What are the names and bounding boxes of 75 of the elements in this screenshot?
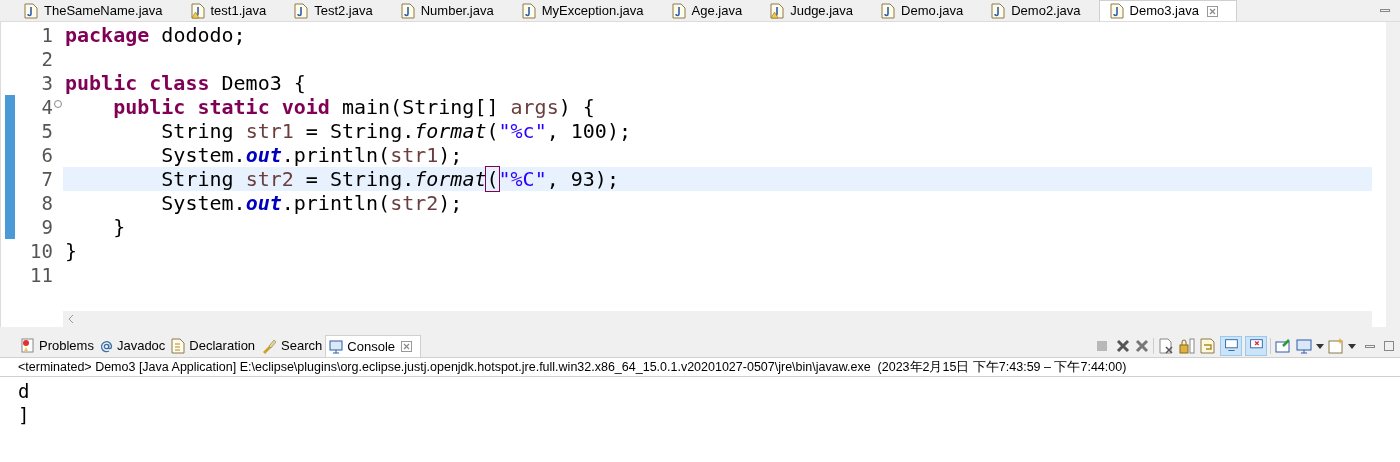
- tab-label: Problems: [39, 337, 94, 356]
- console-header: <terminated> Demo3 [Java Application] E:\eclipse\plugins\org.eclipse.justj.openjdk.hotspot.jre.full.win32.x86_64_15.0.1.v20201027-0507\jre\bin\javaw.exe (2023年2月15日 下午7:43:59 – 下午7:44:00): [18, 358, 1127, 376]
- code-line: public class Demo3 {: [64, 71, 307, 95]
- editor-tab[interactable]: TheSameName.java: [14, 0, 181, 21]
- editor-tab[interactable]: Demo.java: [871, 0, 982, 21]
- vertical-scrollbar[interactable]: [1386, 22, 1400, 327]
- editor-tab[interactable]: MyException.java: [511, 0, 662, 21]
- code-line: }: [64, 239, 79, 263]
- tab-label: Demo.java: [901, 1, 964, 20]
- horizontal-scrollbar[interactable]: [63, 311, 1372, 327]
- clear-console-icon[interactable]: [1157, 337, 1175, 355]
- line-number: 7: [40, 166, 53, 192]
- problems-icon: [21, 338, 35, 354]
- tab-label: Demo3.java: [1129, 2, 1199, 21]
- tab-label: Age.java: [691, 1, 743, 20]
- editor-tab[interactable]: Age.java: [661, 0, 761, 21]
- scroll-left-icon[interactable]: [69, 315, 74, 323]
- editor-tab[interactable]: Demo2.java: [981, 0, 1099, 21]
- dropdown-caret-icon[interactable]: [1348, 343, 1356, 349]
- line-number: 2: [40, 46, 53, 72]
- line-number: 4: [40, 94, 53, 120]
- remove-launch-icon[interactable]: [1115, 338, 1131, 354]
- line-number: 8: [40, 190, 53, 216]
- at-sign-icon: [99, 339, 113, 353]
- remove-all-icon[interactable]: [1134, 338, 1150, 354]
- maximize-icon[interactable]: [1384, 341, 1394, 351]
- line-number: 9: [40, 214, 53, 240]
- editor-tab[interactable]: Judge.java: [760, 0, 872, 21]
- show-output-icon[interactable]: [1220, 336, 1242, 356]
- line-number: 11: [29, 262, 53, 288]
- editor-tab[interactable]: Demo3.java: [1098, 0, 1237, 21]
- editor-tab[interactable]: Number.java: [390, 0, 512, 21]
- minimize-icon[interactable]: [1365, 344, 1375, 348]
- code-line: package dododo;: [64, 23, 247, 47]
- tab-label: Javadoc: [116, 337, 166, 356]
- pin-console-icon[interactable]: [1274, 337, 1292, 355]
- tab-label: Number.java: [420, 1, 494, 20]
- tab-label: Declaration: [189, 337, 256, 356]
- code-line: System.out.println(str2);: [160, 191, 464, 215]
- tab-label: Demo2.java: [1011, 1, 1081, 20]
- tab-label: Search: [281, 337, 323, 356]
- close-icon[interactable]: [1206, 5, 1218, 17]
- flashlight-icon: [261, 338, 278, 354]
- console-output-line: d: [18, 379, 30, 403]
- code-line: }: [112, 215, 127, 239]
- line-number: 3: [40, 70, 53, 96]
- scroll-lock-icon[interactable]: [1178, 337, 1196, 355]
- close-icon[interactable]: [401, 341, 412, 352]
- view-tab[interactable]: Javadoc: [96, 335, 169, 357]
- minimize-icon[interactable]: [1380, 9, 1390, 12]
- line-number: 10: [29, 238, 53, 264]
- tab-label: TheSameName.java: [44, 1, 163, 20]
- line-number: 6: [40, 142, 53, 168]
- declaration-icon: [171, 338, 186, 354]
- dropdown-caret-icon[interactable]: [1316, 343, 1324, 349]
- tab-label: Judge.java: [790, 1, 854, 20]
- show-error-icon[interactable]: [1245, 336, 1267, 356]
- console-output-line: ]: [18, 403, 30, 427]
- monitor-icon: [329, 339, 344, 354]
- line-number: 5: [40, 118, 53, 144]
- code-line: System.out.println(str1);: [160, 143, 464, 167]
- tab-label: test1.java: [210, 1, 267, 20]
- code-line: public static void main(String[] args) {: [112, 95, 596, 119]
- line-number: 1: [40, 22, 53, 48]
- view-tab[interactable]: Search: [258, 335, 326, 357]
- tab-label: Console: [347, 337, 395, 356]
- code-line: String str1 = String.format("%c", 100);: [160, 119, 632, 143]
- editor-tab[interactable]: test1.java: [180, 0, 285, 21]
- view-tab[interactable]: Console: [325, 335, 421, 357]
- editor-tab[interactable]: Test2.java: [284, 0, 391, 21]
- word-wrap-icon[interactable]: [1199, 337, 1217, 355]
- tab-label: Test2.java: [314, 1, 373, 20]
- tab-label: MyException.java: [541, 1, 644, 20]
- view-tab[interactable]: Declaration: [168, 335, 259, 357]
- view-tab[interactable]: Problems: [18, 335, 97, 357]
